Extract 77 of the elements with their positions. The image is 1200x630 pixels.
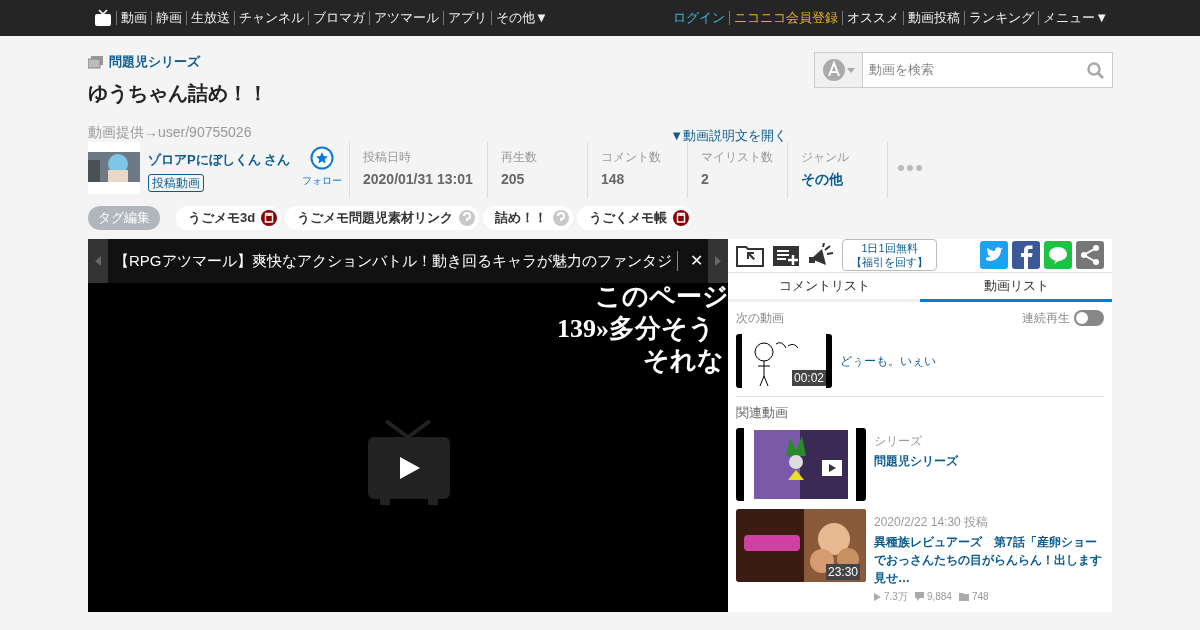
description-toggle[interactable]: ▼動画説明文を開く: [670, 126, 787, 146]
section-label: 関連動画: [736, 403, 789, 422]
comment-icon: [914, 592, 924, 601]
autoplay-toggle[interactable]: [1074, 309, 1104, 326]
folder-icon: [958, 592, 969, 601]
left-arrow-icon: [95, 256, 101, 266]
stat-label: マイリスト数: [701, 149, 774, 166]
video-link[interactable]: 異種族レビュアーズ 第7話「産卵ショーでおっさんたちの目がらんらん！出します見せ…: [874, 533, 1104, 587]
nav-link[interactable]: その他▼: [491, 11, 552, 25]
genre-link[interactable]: その他: [801, 169, 887, 190]
series-label: シリーズ: [874, 433, 923, 450]
uploader-avatar[interactable]: [88, 142, 140, 194]
nav-link[interactable]: ログイン: [669, 11, 730, 25]
play-count-icon: [874, 592, 881, 601]
previous-button[interactable]: [88, 239, 108, 283]
nav-link[interactable]: オススメ: [842, 11, 904, 25]
stat-value: 2: [701, 170, 710, 189]
mylist-count: 748: [971, 590, 989, 604]
nav-link[interactable]: ランキング: [964, 11, 1039, 25]
section-label: 次の動画: [736, 309, 784, 327]
nav-link[interactable]: アプリ: [443, 11, 491, 25]
stat-label: 投稿日時: [363, 149, 412, 166]
search-field[interactable]: 動画を検索: [863, 53, 1087, 87]
stat-label: 再生数: [501, 149, 538, 166]
panel-tab[interactable]: 動画リスト: [920, 272, 1112, 302]
stat-label: コメント数: [601, 149, 662, 166]
nav-link[interactable]: 生放送: [186, 11, 234, 25]
follow-icon[interactable]: [309, 146, 334, 170]
nav-link[interactable]: 動画投稿: [903, 11, 965, 25]
comment-text: 139»多分そう: [557, 313, 715, 345]
search-icon[interactable]: [1087, 61, 1104, 79]
comment-text: それな: [643, 345, 724, 377]
nav-link[interactable]: 動画: [116, 11, 151, 25]
play-icon[interactable]: [366, 419, 452, 507]
video-link[interactable]: どぅーも。いぇい: [840, 351, 936, 370]
video-title: ゆうちゃん詰め！！: [88, 81, 268, 106]
series-link[interactable]: 問題児シリーズ: [874, 452, 958, 470]
post-date: 2020/2/22 14:30 投稿: [874, 514, 990, 531]
dictionary-icon[interactable]: [261, 210, 278, 226]
logo-icon[interactable]: [94, 9, 112, 27]
search-type-icon[interactable]: [822, 59, 845, 81]
nav-link[interactable]: メニュー▼: [1038, 11, 1112, 25]
view-count: 7.3万: [884, 590, 908, 604]
facebook-icon[interactable]: [1012, 241, 1040, 270]
uploads-badge[interactable]: 投稿動画: [148, 173, 204, 192]
megaphone-icon[interactable]: [808, 243, 834, 268]
twitter-icon[interactable]: [980, 241, 1008, 270]
nav-link[interactable]: 静画: [151, 11, 186, 25]
close-button[interactable]: ✕: [684, 249, 708, 273]
comment-count: 9,884: [926, 590, 952, 604]
panel-tab[interactable]: コメントリスト: [728, 272, 920, 302]
comment-text: このページ: [595, 281, 728, 313]
nav-link[interactable]: ニコニコ会員登録: [729, 11, 843, 25]
lottery-button[interactable]: 1日1回無料 【福引を回す】: [842, 239, 937, 272]
next-button[interactable]: [708, 239, 728, 283]
add-to-list-icon[interactable]: [772, 243, 800, 268]
nav-link[interactable]: ブロマガ: [308, 11, 369, 25]
nav-link[interactable]: アツマール: [369, 11, 443, 25]
uploader-name[interactable]: ゾロアPにぼしくん さん: [148, 150, 294, 170]
stat-value: 2020/01/31 13:01: [363, 170, 474, 189]
share-icon[interactable]: [1076, 241, 1104, 270]
series-link[interactable]: 問題児シリーズ: [109, 52, 200, 72]
stat-value: 148: [601, 170, 626, 189]
search-bar[interactable]: 動画を検索: [814, 52, 1113, 88]
autoplay-label: 連続再生: [1022, 309, 1070, 327]
provider-text: 動画提供→user/90755026: [88, 123, 253, 142]
dictionary-icon[interactable]: [673, 210, 690, 226]
ad-link[interactable]: 【RPGアツマール】爽快なアクションバトル！動き回るキャラが魅力のファンタジ: [108, 249, 671, 273]
video-player[interactable]: 【RPGアツマール】爽快なアクションバトル！動き回るキャラが魅力のファンタジ ✕ このページ 139»多分そう それな: [88, 239, 728, 612]
stat-label: ジャンル: [801, 149, 850, 166]
follow-link[interactable]: フォロー: [301, 173, 342, 188]
duration-label: 23:30: [825, 564, 860, 580]
folder-icon[interactable]: [736, 243, 764, 268]
stat-value: 205: [501, 170, 526, 189]
nav-link[interactable]: チャンネル: [234, 11, 308, 25]
series-icon: [88, 55, 104, 69]
right-arrow-icon: [715, 256, 721, 266]
